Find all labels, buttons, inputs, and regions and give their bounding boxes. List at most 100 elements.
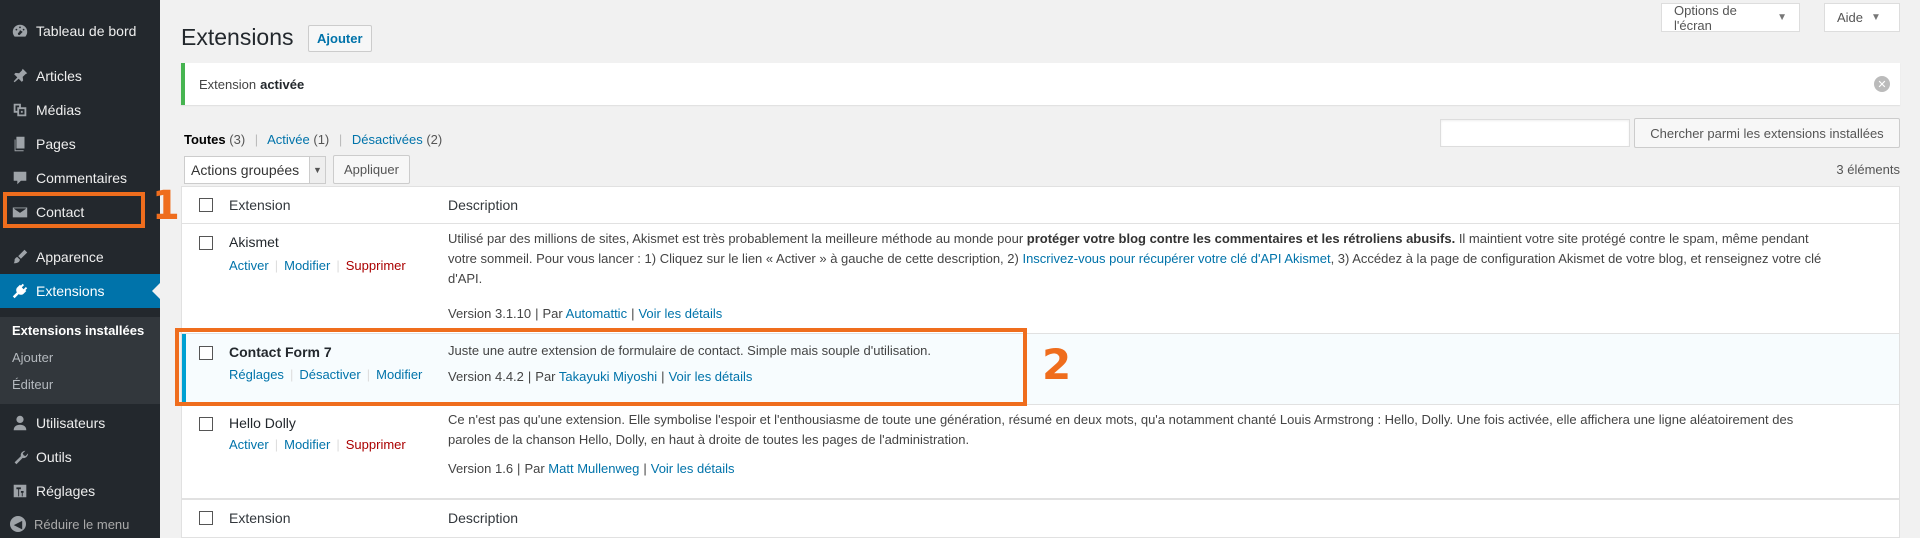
menu-item-tools[interactable]: Outils — [0, 440, 160, 474]
add-new-button[interactable]: Ajouter — [308, 25, 372, 52]
submenu-installed[interactable]: Extensions installées — [12, 323, 144, 338]
description-text: votre sommeil. Pour vous lancer : 1) Cli… — [448, 251, 1023, 266]
plugin-description: Ce n'est pas qu'une extension. Elle symb… — [448, 410, 1878, 450]
menu-item-users[interactable]: Utilisateurs — [0, 406, 160, 440]
edit-link[interactable]: Modifier — [284, 437, 330, 452]
annotation-number-2: 2 — [1042, 340, 1072, 389]
menu-item-medias[interactable]: Médias — [0, 93, 160, 127]
menu-item-comments[interactable]: Commentaires — [0, 161, 160, 195]
description-text: paroles de la chanson Hello, Dolly, en h… — [448, 432, 970, 447]
wrench-icon — [10, 447, 30, 467]
activation-notice: Extension activée ✕ — [181, 63, 1900, 105]
menu-label: Réglages — [36, 483, 96, 499]
filter-all[interactable]: Toutes — [184, 132, 226, 147]
caret-down-icon: ▼ — [1871, 12, 1881, 23]
plugin-name: Akismet — [229, 234, 279, 250]
filter-inactive[interactable]: Désactivées — [352, 132, 423, 147]
menu-label: Articles — [36, 68, 82, 84]
bulk-actions-select[interactable]: Actions groupées ▼ — [184, 156, 326, 184]
description-strong: protéger votre blog contre les commentai… — [1026, 231, 1456, 246]
select-all-checkbox[interactable] — [199, 198, 213, 212]
menu-label: Outils — [36, 449, 72, 465]
collapse-menu-button[interactable]: ◀ Réduire le menu — [10, 516, 129, 532]
screen-options-label: Options de l'écran — [1674, 2, 1737, 33]
sliders-icon — [10, 481, 30, 501]
apply-button[interactable]: Appliquer — [333, 155, 410, 184]
media-icon — [10, 100, 30, 120]
plugin-version-line: Version 3.1.10 | Par Automattic | Voir les d… — [448, 306, 723, 321]
row-actions: Activer | Modifier | Supprimer — [229, 258, 406, 273]
caret-down-icon: ▼ — [1777, 12, 1787, 23]
filter-separator: | — [254, 132, 259, 147]
view-details-link[interactable]: Voir les détails — [651, 461, 735, 476]
row-actions: Activer | Modifier | Supprimer — [229, 437, 406, 452]
plugin-search-input[interactable] — [1440, 119, 1630, 147]
comment-icon — [10, 168, 30, 188]
screen-options-button[interactable]: Options de l'écran ▼ — [1661, 2, 1800, 33]
column-footer-extension[interactable]: Extension — [229, 510, 290, 526]
delete-link[interactable]: Supprimer — [346, 437, 406, 452]
menu-item-extensions[interactable]: Extensions — [0, 274, 160, 308]
row-checkbox[interactable] — [199, 236, 213, 250]
version-text: Version 1.6 — [448, 461, 514, 476]
help-button[interactable]: Aide ▼ — [1824, 3, 1900, 32]
activate-link[interactable]: Activer — [229, 437, 269, 452]
plugin-row-hello-dolly: Hello Dolly Activer | Modifier | Supprimer C… — [182, 405, 1899, 499]
menu-item-appearance[interactable]: Apparence — [0, 240, 160, 274]
pin-icon — [10, 66, 30, 86]
menu-label: Commentaires — [36, 170, 128, 186]
collapse-arrow-icon: ◀ — [10, 516, 26, 532]
user-icon — [10, 413, 30, 433]
menu-item-settings[interactable]: Réglages — [0, 474, 160, 508]
status-filters: Toutes (3) | Activée (1) | Désactivées (… — [184, 132, 442, 147]
plugin-icon — [10, 281, 30, 301]
submenu-editor[interactable]: Éditeur — [12, 377, 53, 392]
brush-icon — [10, 247, 30, 267]
description-text: d'API. — [448, 271, 483, 286]
menu-label: Tableau de bord — [36, 23, 137, 39]
menu-label: Utilisateurs — [36, 415, 106, 431]
filter-active[interactable]: Activée — [267, 132, 310, 147]
edit-link[interactable]: Modifier — [284, 258, 330, 273]
menu-label: Apparence — [36, 249, 104, 265]
menu-item-pages[interactable]: Pages — [0, 127, 160, 161]
menu-item-articles[interactable]: Articles — [0, 59, 160, 93]
dismiss-icon[interactable]: ✕ — [1874, 76, 1890, 92]
dashboard-icon — [10, 21, 30, 41]
submenu-add[interactable]: Ajouter — [12, 350, 53, 365]
by-text: Par — [524, 461, 545, 476]
plugin-name: Hello Dolly — [229, 415, 296, 431]
column-footer-description: Description — [448, 510, 519, 526]
description-text: Utilisé par des millions de sites, Akism… — [448, 231, 1027, 246]
annotation-box-contact-form-7 — [175, 328, 1027, 406]
notice-text: Extension — [199, 76, 257, 92]
akismet-signup-link[interactable]: Inscrivez-vous pour récupérer votre clé … — [1022, 251, 1330, 266]
description-text: Ce n'est pas qu'une extension. Elle symb… — [448, 412, 1794, 427]
author-link[interactable]: Automattic — [566, 306, 627, 321]
extensions-submenu: Extensions installées Ajouter Éditeur — [0, 317, 160, 404]
table-footer: Extension Description — [182, 499, 1899, 536]
column-header-extension[interactable]: Extension — [229, 197, 290, 213]
bulk-actions-value: Actions groupées — [191, 162, 300, 178]
view-details-link[interactable]: Voir les détails — [638, 306, 722, 321]
description-text: Il maintient votre site protégé contre l… — [1455, 231, 1809, 246]
column-header-description: Description — [448, 197, 519, 213]
author-link[interactable]: Matt Mullenweg — [548, 461, 639, 476]
select-all-checkbox[interactable] — [199, 511, 213, 525]
plugin-description: Utilisé par des millions de sites, Akism… — [448, 229, 1878, 289]
admin-sidebar: Tableau de bord Articles Médias Pages Co… — [0, 0, 160, 538]
item-count: 3 éléments — [1836, 162, 1900, 177]
annotation-number-1: 1 — [152, 183, 180, 229]
delete-link[interactable]: Supprimer — [346, 258, 406, 273]
activate-link[interactable]: Activer — [229, 258, 269, 273]
notice-strong: activée — [260, 76, 305, 92]
annotation-box-contact — [3, 192, 145, 228]
filter-all-count: (3) — [229, 132, 246, 147]
chevron-down-icon: ▼ — [309, 157, 325, 183]
row-checkbox[interactable] — [199, 417, 213, 431]
help-label: Aide — [1837, 10, 1864, 25]
menu-label: Médias — [36, 102, 82, 118]
search-plugins-button[interactable]: Chercher parmi les extensions installées — [1634, 118, 1900, 148]
menu-item-dashboard[interactable]: Tableau de bord — [0, 14, 160, 48]
page-title: Extensions — [181, 24, 294, 50]
